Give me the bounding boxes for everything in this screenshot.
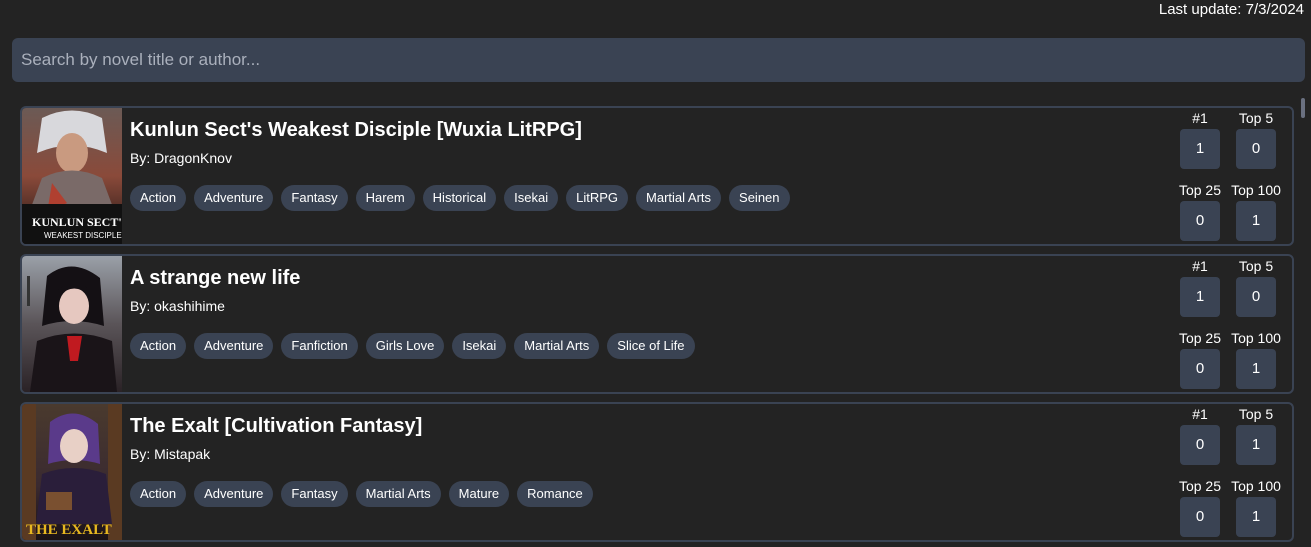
ranking-stats: #1 1 Top 5 0 Top 25 0 Top 100 1 [1172, 258, 1282, 392]
stat-label: #1 [1192, 406, 1208, 422]
tag-martial-arts[interactable]: Martial Arts [514, 333, 600, 359]
tag-martial-arts[interactable]: Martial Arts [355, 481, 441, 507]
stat-value: 1 [1180, 129, 1220, 169]
stat-top5: Top 5 0 [1228, 110, 1284, 169]
stat-value: 0 [1180, 201, 1220, 241]
stat-label: #1 [1192, 110, 1208, 126]
novel-title[interactable]: A strange new life [130, 267, 300, 290]
tag-harem[interactable]: Harem [355, 185, 415, 211]
ranking-stats: #1 1 Top 5 0 Top 25 0 Top 100 1 [1172, 110, 1282, 244]
stat-label: #1 [1192, 258, 1208, 274]
stat-value: 0 [1236, 129, 1276, 169]
tag-martial-arts[interactable]: Martial Arts [636, 185, 722, 211]
novel-tags: Action Adventure Fanfiction Girls Love I… [130, 333, 695, 359]
novel-title[interactable]: Kunlun Sect's Weakest Disciple [Wuxia Li… [130, 119, 582, 142]
novel-author: By: DragonKnov [130, 150, 232, 166]
tag-adventure[interactable]: Adventure [194, 333, 274, 359]
stat-value: 1 [1236, 349, 1276, 389]
stat-value: 0 [1180, 497, 1220, 537]
search-input[interactable] [12, 38, 1305, 82]
tag-fantasy[interactable]: Fantasy [281, 185, 348, 211]
stat-label: Top 100 [1231, 330, 1281, 346]
cover-title-text: KUNLUN SECT'S [32, 215, 122, 229]
tag-mature[interactable]: Mature [448, 481, 510, 507]
stat-value: 0 [1180, 349, 1220, 389]
stat-value: 0 [1236, 277, 1276, 317]
ranking-stats: #1 0 Top 5 1 Top 25 0 Top 100 1 [1172, 406, 1282, 540]
stat-top5: Top 5 1 [1228, 406, 1284, 465]
stat-first: #1 1 [1172, 258, 1228, 317]
stat-first: #1 1 [1172, 110, 1228, 169]
stat-label: Top 5 [1238, 406, 1274, 422]
novel-tags: Action Adventure Fantasy Harem Historica… [130, 185, 790, 211]
tag-romance[interactable]: Romance [517, 481, 593, 507]
novel-tags: Action Adventure Fantasy Martial Arts Ma… [130, 481, 593, 507]
stat-value: 1 [1236, 497, 1276, 537]
stat-label: Top 5 [1238, 110, 1274, 126]
stat-label: Top 25 [1178, 330, 1222, 346]
stat-value: 0 [1180, 425, 1220, 465]
stat-value: 1 [1180, 277, 1220, 317]
novel-list: KUNLUN SECT'S WEAKEST DISCIPLE Kunlun Se… [20, 106, 1294, 547]
tag-seinen[interactable]: Seinen [729, 185, 790, 211]
tag-action[interactable]: Action [130, 481, 187, 507]
novel-title[interactable]: The Exalt [Cultivation Fantasy] [130, 415, 422, 438]
stat-label: Top 100 [1231, 182, 1281, 198]
stat-top25: Top 25 0 [1172, 330, 1228, 389]
stat-first: #1 0 [1172, 406, 1228, 465]
stat-value: 1 [1236, 425, 1276, 465]
stat-label: Top 25 [1178, 182, 1222, 198]
stat-top100: Top 100 1 [1228, 478, 1284, 537]
novel-card[interactable]: A strange new life By: okashihime Action… [20, 254, 1294, 394]
novel-author: By: okashihime [130, 298, 225, 314]
tag-action[interactable]: Action [130, 333, 187, 359]
stat-top25: Top 25 0 [1172, 478, 1228, 537]
tag-girls-love[interactable]: Girls Love [365, 333, 445, 359]
stat-top5: Top 5 0 [1228, 258, 1284, 317]
novel-cover-image[interactable]: KUNLUN SECT'S WEAKEST DISCIPLE [22, 108, 122, 244]
tag-historical[interactable]: Historical [422, 185, 497, 211]
novel-card[interactable]: THE EXALT The Exalt [Cultivation Fantasy… [20, 402, 1294, 542]
stat-top25: Top 25 0 [1172, 182, 1228, 241]
novel-author: By: Mistapak [130, 446, 211, 462]
tag-action[interactable]: Action [130, 185, 187, 211]
scrollbar-thumb[interactable] [1301, 98, 1305, 118]
stat-label: Top 5 [1238, 258, 1274, 274]
novel-cover-image[interactable] [22, 256, 122, 392]
tag-fantasy[interactable]: Fantasy [281, 481, 348, 507]
tag-litrpg[interactable]: LitRPG [566, 185, 629, 211]
cover-title-text: THE EXALT [26, 522, 112, 538]
stat-top100: Top 100 1 [1228, 330, 1284, 389]
cover-subtitle-text: WEAKEST DISCIPLE [44, 231, 122, 240]
tag-isekai[interactable]: Isekai [452, 333, 507, 359]
tag-fanfiction[interactable]: Fanfiction [281, 333, 358, 359]
stat-value: 1 [1236, 201, 1276, 241]
novel-card[interactable]: KUNLUN SECT'S WEAKEST DISCIPLE Kunlun Se… [20, 106, 1294, 246]
last-update-text: Last update: 7/3/2024 [1158, 1, 1304, 18]
stat-label: Top 25 [1178, 478, 1222, 494]
tag-adventure[interactable]: Adventure [194, 481, 274, 507]
tag-adventure[interactable]: Adventure [194, 185, 274, 211]
tag-slice-of-life[interactable]: Slice of Life [607, 333, 695, 359]
stat-label: Top 100 [1231, 478, 1281, 494]
app-root: Last update: 7/3/2024 Search by novel ti… [0, 0, 1311, 547]
tag-isekai[interactable]: Isekai [504, 185, 559, 211]
stat-top100: Top 100 1 [1228, 182, 1284, 241]
novel-cover-image[interactable]: THE EXALT [22, 404, 122, 540]
